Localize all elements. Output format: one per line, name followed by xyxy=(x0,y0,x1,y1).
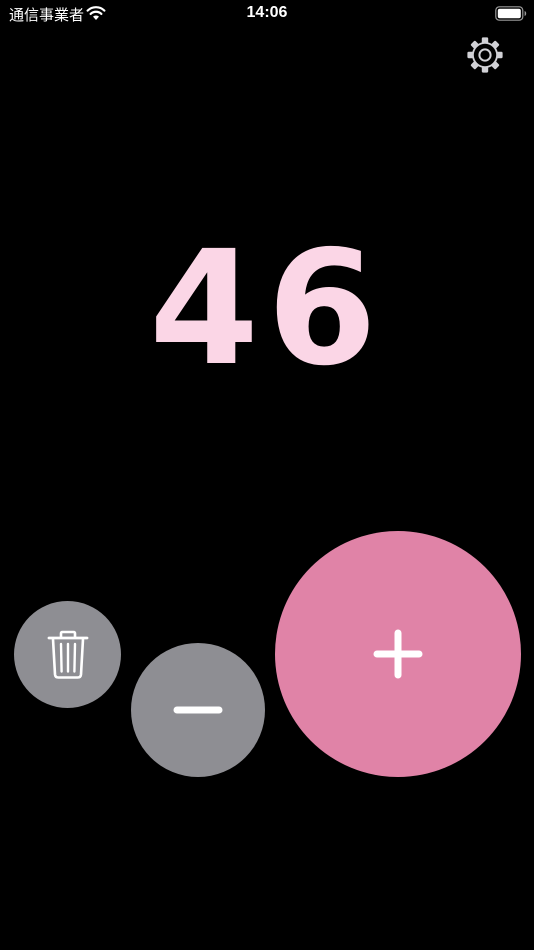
reset-button[interactable] xyxy=(14,601,121,708)
decrement-button[interactable] xyxy=(131,643,265,777)
counter-value: 46 xyxy=(149,217,385,401)
minus-icon xyxy=(173,706,223,714)
status-time: 14:06 xyxy=(246,4,288,21)
status-bar: 通信事業者 14:06 xyxy=(0,0,534,30)
settings-button[interactable] xyxy=(464,34,506,76)
increment-button[interactable] xyxy=(275,531,521,777)
plus-icon xyxy=(373,629,423,679)
gear-icon xyxy=(467,37,503,73)
battery-icon xyxy=(495,6,527,21)
trash-icon xyxy=(47,630,88,679)
